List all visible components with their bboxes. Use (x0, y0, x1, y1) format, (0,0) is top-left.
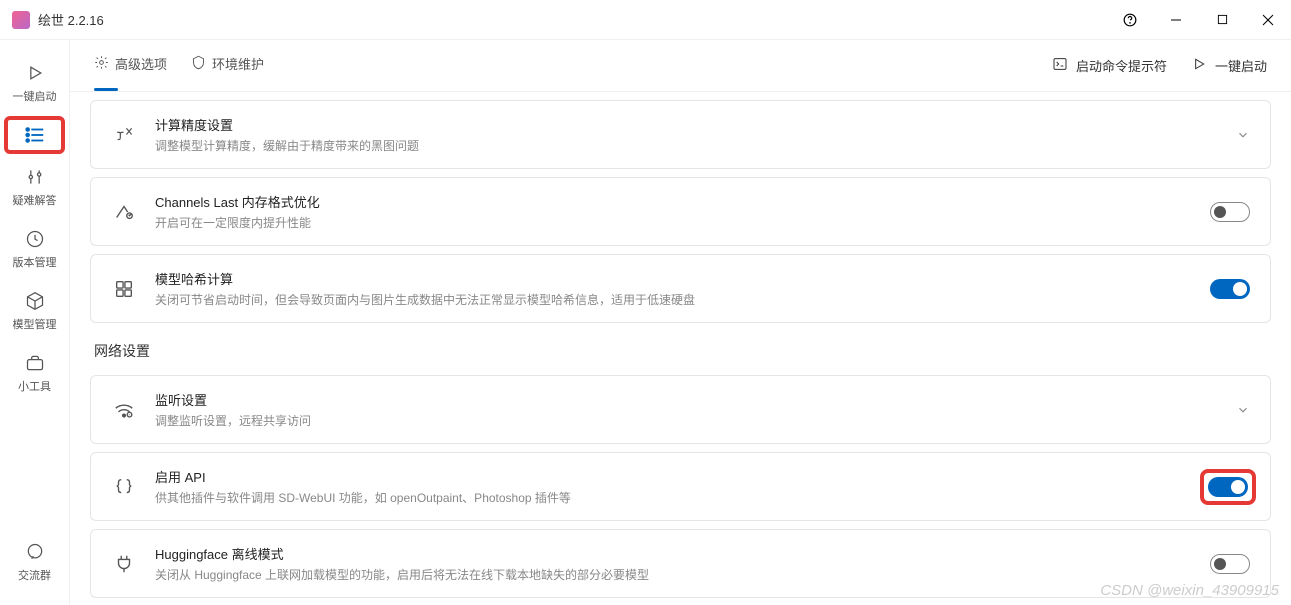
tab-label: 环境维护 (212, 54, 264, 73)
tab-label: 高级选项 (115, 54, 167, 73)
card-api: 启用 API 供其他插件与软件调用 SD-WebUI 功能，如 openOutp… (90, 452, 1271, 521)
app-icon (12, 11, 30, 29)
chevron-down-icon (1236, 403, 1250, 417)
one-click-launch-button[interactable]: 一键启动 (1191, 56, 1267, 75)
list-icon (24, 124, 46, 146)
card-title: 计算精度设置 (155, 115, 1218, 134)
plug-icon (111, 551, 137, 577)
maximize-button[interactable] (1199, 0, 1245, 40)
card-title: 监听设置 (155, 390, 1218, 409)
sidebar-item-label: 疑难解答 (13, 192, 57, 208)
sidebar: 一键启动 疑难解答 版本管理 模型管理 小工具 交流群 (0, 40, 70, 605)
card-hf-offline: Huggingface 离线模式 关闭从 Huggingface 上联网加载模型… (90, 529, 1271, 598)
titlebar: 绘世 2.2.16 (0, 0, 1291, 40)
card-channels-last: Channels Last 内存格式优化 开启可在一定限度内提升性能 (90, 177, 1271, 246)
action-label: 一键启动 (1215, 56, 1267, 75)
sidebar-item-label: 一键启动 (13, 88, 57, 104)
memory-icon (111, 199, 137, 225)
api-toggle[interactable] (1208, 477, 1248, 497)
minimize-button[interactable] (1153, 0, 1199, 40)
open-terminal-button[interactable]: 启动命令提示符 (1052, 56, 1167, 75)
hash-icon (111, 276, 137, 302)
close-button[interactable] (1245, 0, 1291, 40)
exponent-icon (111, 122, 137, 148)
app-title: 绘世 2.2.16 (38, 10, 104, 29)
toolbar: 高级选项 环境维护 启动命令提示符 一键启动 (70, 40, 1291, 92)
card-title: 启用 API (155, 467, 1188, 486)
help-button[interactable] (1107, 0, 1153, 40)
sidebar-item-label: 模型管理 (13, 316, 57, 332)
card-hash: 模型哈希计算 关闭可节省启动时间，但会导致页面内与图片生成数据中无法正常显示模型… (90, 254, 1271, 323)
wifi-icon (111, 397, 137, 423)
content: 计算精度设置 调整模型计算精度，缓解由于精度带来的黑图问题 Channels L… (70, 92, 1291, 605)
action-label: 启动命令提示符 (1076, 56, 1167, 75)
card-title: Channels Last 内存格式优化 (155, 192, 1192, 211)
history-icon (24, 228, 46, 250)
braces-icon (111, 474, 137, 500)
card-desc: 调整模型计算精度，缓解由于精度带来的黑图问题 (155, 137, 1218, 154)
sidebar-item-label: 版本管理 (13, 254, 57, 270)
tools-icon (24, 166, 46, 188)
card-desc: 调整监听设置，远程共享访问 (155, 412, 1218, 429)
section-network-title: 网络设置 (94, 341, 1271, 361)
sidebar-item-models[interactable]: 模型管理 (6, 284, 63, 338)
hash-toggle[interactable] (1210, 279, 1250, 299)
card-desc: 开启可在一定限度内提升性能 (155, 214, 1192, 231)
sidebar-item-settings[interactable] (6, 118, 63, 152)
shield-icon (191, 55, 206, 73)
tab-advanced[interactable]: 高级选项 (94, 54, 167, 77)
chevron-down-icon (1236, 128, 1250, 142)
toolbox-icon (24, 352, 46, 374)
sidebar-item-tools[interactable]: 小工具 (6, 346, 63, 400)
sidebar-item-version[interactable]: 版本管理 (6, 222, 63, 276)
card-desc: 关闭从 Huggingface 上联网加载模型的功能，启用后将无法在线下载本地缺… (155, 566, 1192, 583)
channels-last-toggle[interactable] (1210, 202, 1250, 222)
play-icon (24, 62, 46, 84)
sidebar-item-label: 小工具 (18, 378, 51, 394)
card-desc: 关闭可节省启动时间，但会导致页面内与图片生成数据中无法正常显示模型哈希信息，适用… (155, 291, 1192, 308)
hf-offline-toggle[interactable] (1210, 554, 1250, 574)
tab-maintenance[interactable]: 环境维护 (191, 54, 264, 77)
gear-icon (94, 55, 109, 73)
card-title: Huggingface 离线模式 (155, 544, 1192, 563)
terminal-icon (1052, 56, 1068, 75)
cube-icon (24, 290, 46, 312)
sidebar-item-troubleshoot[interactable]: 疑难解答 (6, 160, 63, 214)
chat-icon (24, 541, 46, 563)
card-listen[interactable]: 监听设置 调整监听设置，远程共享访问 (90, 375, 1271, 444)
sidebar-item-label: 交流群 (18, 567, 51, 583)
card-desc: 供其他插件与软件调用 SD-WebUI 功能，如 openOutpaint、Ph… (155, 489, 1188, 506)
play-icon (1191, 56, 1207, 75)
sidebar-item-launch[interactable]: 一键启动 (6, 56, 63, 110)
card-precision[interactable]: 计算精度设置 调整模型计算精度，缓解由于精度带来的黑图问题 (90, 100, 1271, 169)
sidebar-item-community[interactable]: 交流群 (6, 535, 63, 589)
card-title: 模型哈希计算 (155, 269, 1192, 288)
